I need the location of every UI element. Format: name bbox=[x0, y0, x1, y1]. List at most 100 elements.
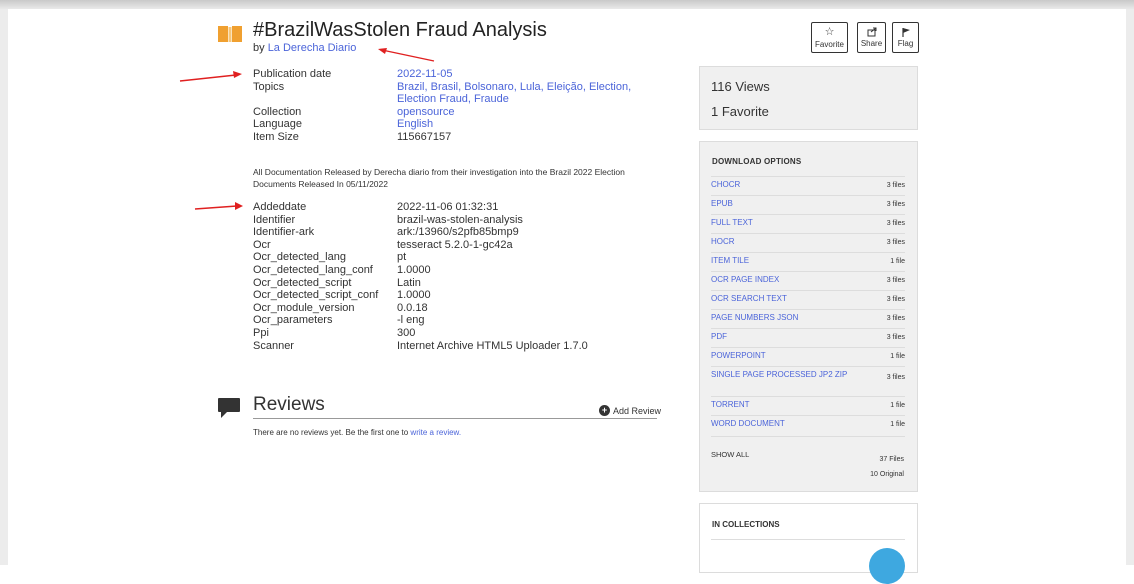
metadata-row: Topics Brazil, Brasil, Bolsonaro, Lula, … bbox=[253, 81, 647, 106]
download-format[interactable]: CHOCR bbox=[711, 180, 740, 189]
download-option[interactable]: PDF 3 files bbox=[711, 328, 905, 347]
add-review-button[interactable]: + Add Review bbox=[599, 405, 661, 416]
metadata-row: Addeddate 2022-11-06 01:32:31 bbox=[253, 201, 647, 214]
flag-icon bbox=[901, 28, 910, 37]
download-count: 3 files bbox=[886, 277, 905, 284]
download-options-panel: DOWNLOAD OPTIONS CHOCR 3 files EPUB 3 file… bbox=[699, 141, 918, 492]
metadata-key: Ocr bbox=[253, 238, 271, 251]
download-format[interactable]: POWERPOINT bbox=[711, 351, 766, 360]
metadata-key: Publication date bbox=[253, 68, 332, 80]
download-format[interactable]: WORD DOCUMENT bbox=[711, 419, 785, 428]
metadata-value: Internet Archive HTML5 Uploader 1.7.0 bbox=[397, 339, 588, 352]
metadata-key: Ocr_module_version bbox=[253, 301, 355, 314]
download-format[interactable]: SINGLE PAGE PROCESSED JP2 ZIP bbox=[711, 370, 847, 379]
metadata-row: Collection opensource bbox=[253, 106, 647, 119]
byline: by La Derecha Diario bbox=[253, 42, 356, 54]
metadata-value: Latin bbox=[397, 276, 421, 289]
download-option[interactable]: FULL TEXT 3 files bbox=[711, 214, 905, 233]
download-option[interactable]: OCR PAGE INDEX 3 files bbox=[711, 271, 905, 290]
download-format[interactable]: EPUB bbox=[711, 199, 733, 208]
download-count: 3 files bbox=[886, 315, 905, 322]
download-count: 3 files bbox=[886, 296, 905, 303]
plus-circle-icon: + bbox=[599, 405, 610, 416]
download-option[interactable]: PAGE NUMBERS JSON 3 files bbox=[711, 309, 905, 328]
metadata-value: 1.0000 bbox=[397, 263, 431, 276]
metadata-key: Ppi bbox=[253, 326, 269, 339]
download-option[interactable]: ITEM TILE 1 file bbox=[711, 252, 905, 271]
metadata-key: Topics bbox=[253, 80, 285, 93]
download-count: 3 files bbox=[886, 220, 905, 227]
download-count: 3 files bbox=[886, 334, 905, 341]
download-options-heading: DOWNLOAD OPTIONS bbox=[712, 157, 802, 166]
page-right-gutter bbox=[1126, 9, 1134, 565]
metadata-key: Item Size bbox=[253, 130, 299, 143]
annotation-arrow-addeddate bbox=[194, 202, 243, 210]
download-option[interactable]: TORRENT 1 file bbox=[711, 396, 905, 415]
write-review-link[interactable]: write a review. bbox=[410, 428, 461, 437]
download-count: 3 files bbox=[886, 374, 905, 381]
download-format[interactable]: FULL TEXT bbox=[711, 218, 753, 227]
metadata-value: brazil-was-stolen-analysis bbox=[397, 213, 523, 226]
download-format[interactable]: OCR PAGE INDEX bbox=[711, 275, 779, 284]
download-option[interactable]: OCR SEARCH TEXT 3 files bbox=[711, 290, 905, 309]
metadata-value: 300 bbox=[397, 326, 416, 339]
flag-button[interactable]: Flag bbox=[892, 22, 919, 53]
metadata-key: Scanner bbox=[253, 339, 294, 352]
book-icon bbox=[218, 26, 242, 42]
download-format[interactable]: PAGE NUMBERS JSON bbox=[711, 313, 798, 322]
metadata-row: Ocr tesseract 5.2.0-1-gc42a bbox=[253, 239, 647, 252]
metadata-row: Identifier brazil-was-stolen-analysis bbox=[253, 214, 647, 227]
metadata-key: Identifier bbox=[253, 213, 296, 226]
star-icon: ☆ bbox=[824, 25, 835, 38]
metadata-key: Ocr_detected_lang bbox=[253, 251, 346, 264]
collection-link[interactable]: opensource bbox=[397, 106, 647, 119]
collections-heading: IN COLLECTIONS bbox=[712, 520, 780, 529]
download-option[interactable]: WORD DOCUMENT 1 file bbox=[711, 415, 905, 434]
metadata-key: Ocr_detected_script_conf bbox=[253, 289, 379, 302]
metadata-key: Ocr_detected_lang_conf bbox=[253, 263, 373, 276]
metadata-row: Ppi 300 bbox=[253, 327, 647, 340]
publication-date-link[interactable]: 2022-11-05 bbox=[397, 68, 647, 81]
no-reviews-text: There are no reviews yet. Be the first o… bbox=[253, 428, 409, 437]
download-format[interactable]: ITEM TILE bbox=[711, 256, 749, 265]
download-option[interactable]: SINGLE PAGE PROCESSED JP2 ZIP 3 files bbox=[711, 366, 905, 389]
download-option[interactable]: CHOCR 3 files bbox=[711, 176, 905, 195]
metadata-value: 1.0000 bbox=[397, 289, 431, 302]
metadata-key: Ocr_detected_script bbox=[253, 276, 352, 289]
metadata-row: Ocr_detected_lang_conf 1.0000 bbox=[253, 264, 647, 277]
collection-badge-icon[interactable] bbox=[869, 548, 905, 584]
download-option[interactable]: POWERPOINT 1 file bbox=[711, 347, 905, 366]
no-reviews-message: There are no reviews yet. Be the first o… bbox=[253, 428, 461, 437]
download-option[interactable]: HOCR 3 files bbox=[711, 233, 905, 252]
reviews-divider bbox=[253, 418, 657, 419]
views-count: 116 Views bbox=[711, 79, 770, 94]
favorite-button[interactable]: ☆ Favorite bbox=[811, 22, 848, 53]
show-all-link[interactable]: SHOW ALL bbox=[711, 450, 749, 459]
item-size-value: 115667157 bbox=[397, 130, 452, 143]
download-format[interactable]: TORRENT bbox=[711, 400, 750, 409]
download-format[interactable]: OCR SEARCH TEXT bbox=[711, 294, 787, 303]
metadata-row: Ocr_module_version 0.0.18 bbox=[253, 302, 647, 315]
item-title: #BrazilWasStolen Fraud Analysis bbox=[253, 19, 547, 41]
speech-bubble-icon bbox=[218, 398, 240, 418]
download-option[interactable]: EPUB 3 files bbox=[711, 195, 905, 214]
author-link[interactable]: La Derecha Diario bbox=[268, 42, 357, 54]
annotation-arrow-author bbox=[378, 48, 435, 62]
metadata-bottom: Addeddate 2022-11-06 01:32:31 Identifier b… bbox=[253, 201, 647, 352]
download-count: 1 file bbox=[890, 258, 905, 265]
metadata-row: Scanner Internet Archive HTML5 Uploader 1… bbox=[253, 340, 647, 353]
language-link[interactable]: English bbox=[397, 118, 647, 131]
browser-top-edge bbox=[0, 0, 1134, 9]
metadata-row: Ocr_detected_script_conf 1.0000 bbox=[253, 289, 647, 302]
download-format[interactable]: HOCR bbox=[711, 237, 735, 246]
metadata-key: Addeddate bbox=[253, 201, 307, 213]
topics-links[interactable]: Brazil, Brasil, Bolsonaro, Lula, Eleição… bbox=[397, 81, 647, 106]
reviews-heading: Reviews bbox=[253, 394, 325, 415]
metadata-value: -l eng bbox=[397, 314, 425, 327]
metadata-row: Ocr_detected_script Latin bbox=[253, 277, 647, 290]
download-format[interactable]: PDF bbox=[711, 332, 727, 341]
page-left-gutter bbox=[0, 9, 8, 565]
collections-divider bbox=[711, 539, 905, 540]
share-button[interactable]: Share bbox=[857, 22, 886, 53]
annotation-arrow-publication-date bbox=[179, 71, 242, 82]
